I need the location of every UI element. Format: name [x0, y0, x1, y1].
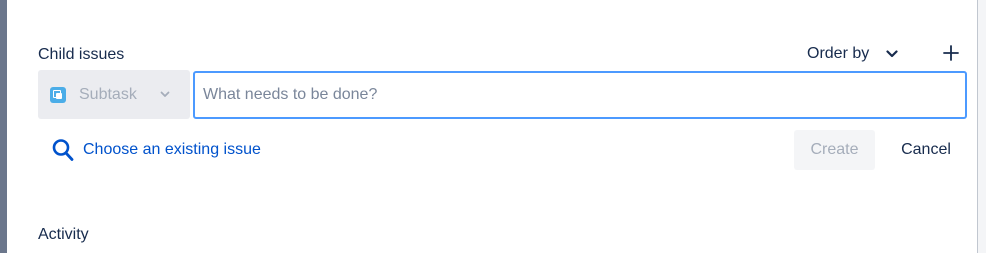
create-button[interactable]: Create — [794, 130, 875, 170]
child-issues-heading: Child issues — [38, 46, 125, 63]
order-by-label: Order by — [807, 45, 870, 62]
subtask-icon — [50, 86, 66, 103]
add-child-issue-button[interactable] — [940, 44, 962, 66]
issue-type-label: Subtask — [79, 85, 137, 103]
plus-icon — [943, 44, 959, 66]
choose-existing-issue-link[interactable]: Choose an existing issue — [52, 138, 261, 162]
activity-heading: Activity — [38, 226, 89, 243]
search-icon — [52, 138, 74, 162]
right-scrollbar-edge[interactable] — [977, 0, 986, 253]
child-issue-summary-input[interactable] — [193, 71, 967, 119]
left-panel-edge — [0, 0, 7, 253]
choose-existing-issue-label: Choose an existing issue — [83, 141, 261, 158]
cancel-button[interactable]: Cancel — [886, 130, 966, 170]
issue-type-select[interactable]: Subtask — [38, 70, 190, 119]
chevron-down-icon — [158, 88, 172, 102]
order-by-dropdown[interactable]: Order by — [807, 45, 899, 63]
chevron-down-icon — [885, 47, 899, 61]
